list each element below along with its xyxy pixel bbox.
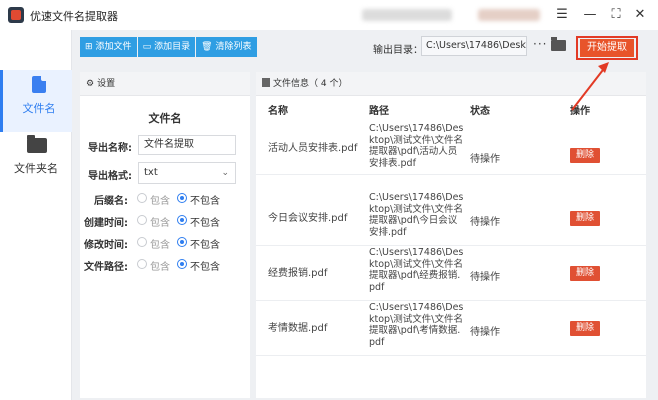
column-header-status: 状态 xyxy=(470,106,490,117)
include-label: 包含 xyxy=(150,218,170,229)
settings-header-label: 设置 xyxy=(97,79,116,89)
column-header-action: 操作 xyxy=(570,106,590,117)
option-row-created-time: 创建时间: 包含 不包含 xyxy=(80,212,250,229)
file-status: 待操作 xyxy=(470,217,500,228)
add-folder-button[interactable]: ▭ 添加目录 xyxy=(137,37,196,57)
nav-item-filename[interactable]: 文件名 xyxy=(0,70,72,132)
minimize-icon[interactable]: — xyxy=(580,5,600,25)
table-row[interactable]: 今日会议安排.pdf C:\Users\17486\Desktop\测试文件\文… xyxy=(256,191,646,246)
file-info-icon xyxy=(262,78,270,87)
exclude-label: 不包含 xyxy=(190,240,220,251)
exclude-label: 不包含 xyxy=(190,262,220,273)
file-list-panel: 文件信息（ 4 个） 名称 路径 状态 操作 活动人员安排表.pdf C:\Us… xyxy=(256,72,646,398)
file-name: 考情数据.pdf xyxy=(268,323,328,334)
exclude-label: 不包含 xyxy=(190,196,220,207)
export-name-label: 导出名称: xyxy=(88,143,132,154)
user-info-blurred xyxy=(362,9,452,21)
start-extract-button[interactable]: 开始提取 xyxy=(580,39,634,57)
document-icon xyxy=(32,76,46,93)
include-label: 包含 xyxy=(150,196,170,207)
gear-icon: ⚙ xyxy=(86,79,95,89)
delete-button[interactable]: 删除 xyxy=(570,321,600,336)
clear-list-button[interactable]: 🗑 清除列表 xyxy=(196,37,257,57)
settings-header: ⚙ 设置 xyxy=(80,72,250,96)
include-radio[interactable] xyxy=(137,215,147,225)
add-file-icon: ⊞ xyxy=(85,42,93,52)
user-avatar-blurred[interactable] xyxy=(478,9,540,21)
table-row[interactable]: 考情数据.pdf C:\Users\17486\Desktop\测试文件\文件名… xyxy=(256,301,646,356)
output-path-field[interactable]: C:\Users\17486\Deskto xyxy=(421,36,527,56)
exclude-radio[interactable] xyxy=(177,193,187,203)
file-path: C:\Users\17486\Desktop\测试文件\文件名提取器\pdf\考… xyxy=(369,302,464,348)
include-label: 包含 xyxy=(150,240,170,251)
file-status: 待操作 xyxy=(470,327,500,338)
folder-add-icon: ▭ xyxy=(142,42,152,52)
add-folder-label: 添加目录 xyxy=(154,42,191,52)
table-row[interactable]: 经费报销.pdf C:\Users\17486\Desktop\测试文件\文件名… xyxy=(256,246,646,301)
add-file-button[interactable]: ⊞ 添加文件 xyxy=(80,37,137,57)
file-name: 经费报销.pdf xyxy=(268,268,328,279)
option-label: 后缀名: xyxy=(94,196,128,207)
table-row[interactable]: 活动人员安排表.pdf C:\Users\17486\Desktop\测试文件\… xyxy=(256,120,646,175)
file-path: C:\Users\17486\Desktop\测试文件\文件名提取器\pdf\经… xyxy=(369,247,464,293)
export-format-label: 导出格式: xyxy=(88,171,132,182)
nav-item-foldername[interactable]: 文件夹名 xyxy=(0,130,72,192)
delete-button[interactable]: 删除 xyxy=(570,266,600,281)
include-radio[interactable] xyxy=(137,259,147,269)
maximize-icon[interactable]: ⛶ xyxy=(606,5,626,25)
delete-button[interactable]: 删除 xyxy=(570,211,600,226)
exclude-radio[interactable] xyxy=(177,237,187,247)
more-options-button[interactable]: ··· xyxy=(533,37,547,51)
option-label: 创建时间: xyxy=(84,218,128,229)
exclude-radio[interactable] xyxy=(177,215,187,225)
export-format-select[interactable]: txt ⌄ xyxy=(138,162,236,184)
option-label: 修改时间: xyxy=(84,240,128,251)
nav-item-label: 文件名 xyxy=(22,102,56,115)
include-radio[interactable] xyxy=(137,237,147,247)
export-format-value: txt xyxy=(144,167,158,178)
chevron-down-icon: ⌄ xyxy=(221,168,229,178)
settings-title: 文件名 xyxy=(148,112,182,125)
output-dir-label: 输出目录： xyxy=(373,45,423,56)
option-row-extension: 后缀名: 包含 不包含 xyxy=(80,190,250,207)
file-path: C:\Users\17486\Desktop\测试文件\文件名提取器\pdf\活… xyxy=(369,123,464,169)
option-label: 文件路径: xyxy=(84,262,128,273)
file-status: 待操作 xyxy=(470,154,500,165)
clear-list-label: 清除列表 xyxy=(215,42,252,52)
app-logo-icon xyxy=(8,7,24,23)
toolbar: ⊞ 添加文件 ▭ 添加目录 🗑 清除列表 xyxy=(80,37,258,57)
menu-icon[interactable]: ☰ xyxy=(552,5,572,25)
file-name: 活动人员安排表.pdf xyxy=(268,143,358,154)
column-header-path: 路径 xyxy=(369,106,389,117)
file-path: C:\Users\17486\Desktop\测试文件\文件名提取器\pdf\今… xyxy=(369,192,464,238)
option-row-file-path: 文件路径: 包含 不包含 xyxy=(80,256,250,273)
nav-item-label: 文件夹名 xyxy=(14,162,58,175)
include-label: 包含 xyxy=(150,262,170,273)
file-count-label: 文件信息（ 4 个） xyxy=(273,79,348,89)
include-radio[interactable] xyxy=(137,193,147,203)
exclude-radio[interactable] xyxy=(177,259,187,269)
settings-panel: ⚙ 设置 文件名 导出名称: 文件名提取 导出格式: txt ⌄ 后缀名: 包含 不… xyxy=(80,72,250,398)
folder-icon xyxy=(27,135,47,153)
export-name-input[interactable]: 文件名提取 xyxy=(138,135,236,155)
close-icon[interactable]: ✕ xyxy=(630,5,650,25)
left-nav: 文件名 文件夹名 xyxy=(0,30,72,400)
column-header-name: 名称 xyxy=(268,106,288,117)
file-status: 待操作 xyxy=(470,272,500,283)
browse-folder-icon[interactable] xyxy=(551,37,566,51)
title-bar: 优速文件名提取器 ☰ — ⛶ ✕ xyxy=(0,0,658,30)
app-title: 优速文件名提取器 xyxy=(30,10,118,23)
add-file-label: 添加文件 xyxy=(95,42,132,52)
delete-button[interactable]: 删除 xyxy=(570,148,600,163)
exclude-label: 不包含 xyxy=(190,218,220,229)
file-name: 今日会议安排.pdf xyxy=(268,213,348,224)
trash-icon: 🗑 xyxy=(201,42,213,52)
option-row-modified-time: 修改时间: 包含 不包含 xyxy=(80,234,250,251)
file-list-header: 文件信息（ 4 个） xyxy=(256,72,646,96)
